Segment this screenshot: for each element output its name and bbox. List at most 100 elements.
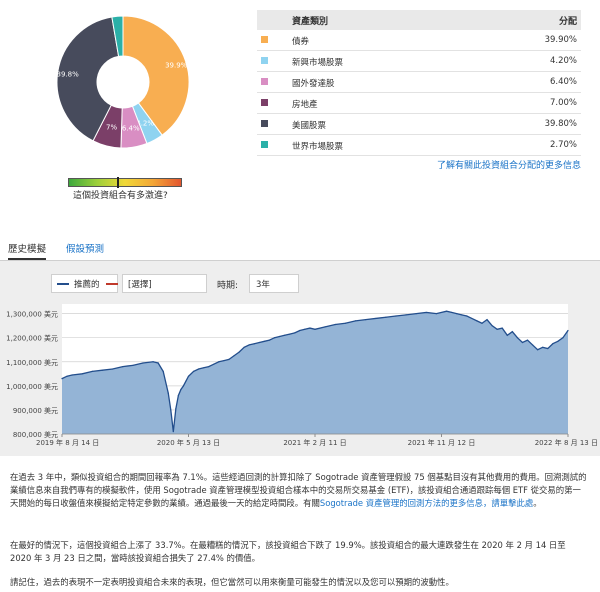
donut-slice-label: 6.4% [122, 124, 140, 132]
x-tick-label: 2019 年 8 月 14 日 [36, 438, 99, 447]
data-point [187, 375, 190, 377]
tab-bar: 歷史模擬 假設預測 [0, 238, 600, 261]
y-tick-label: 900,000 美元 [13, 406, 58, 415]
asset-class-pct: 7.00% [549, 98, 577, 108]
data-point [344, 322, 346, 324]
backtest-description: 在過去 3 年中，類似投資組合的期間回報率為 7.1%。這些經過回測的計算扣除了… [10, 471, 588, 510]
data-point [218, 361, 220, 363]
data-point [248, 344, 250, 346]
risk-question-label[interactable]: 這個投資組合有多激進? [73, 188, 168, 201]
y-tick-label: 1,300,000 美元 [6, 310, 58, 319]
data-point [496, 328, 498, 330]
tab-hypothetical-projection[interactable]: 假設預測 [66, 241, 104, 255]
data-point [511, 331, 513, 333]
data-point [289, 333, 291, 335]
y-tick-label: 1,000,000 美元 [6, 382, 58, 391]
asset-class-header: 資產類別 [292, 17, 329, 27]
data-point [435, 313, 438, 315]
allocation-row: 房地產 7.00% [257, 93, 581, 114]
data-point [152, 361, 154, 363]
color-swatch [261, 99, 268, 106]
data-point [456, 313, 458, 315]
data-point [132, 364, 134, 366]
data-point [299, 329, 301, 332]
data-point [471, 317, 473, 320]
period-select[interactable]: 3年 [249, 274, 299, 293]
data-point [66, 375, 68, 377]
data-point [228, 358, 230, 360]
data-point [273, 337, 276, 339]
data-point [552, 343, 554, 345]
asset-class-name: 國外發達股 [292, 79, 335, 89]
data-point [112, 368, 114, 370]
asset-class-name: 房地產 [292, 100, 318, 110]
data-point [521, 341, 524, 344]
data-point [526, 339, 529, 341]
asset-class-pct: 39.80% [544, 119, 577, 129]
data-point [491, 325, 493, 327]
data-point [253, 343, 255, 345]
data-point [167, 392, 169, 394]
data-point [162, 370, 164, 373]
data-point [451, 311, 453, 314]
data-point [309, 327, 311, 329]
data-point [177, 394, 179, 397]
data-point [375, 317, 377, 320]
asset-class-pct: 6.40% [549, 77, 577, 87]
data-point [101, 369, 104, 371]
data-point [142, 362, 144, 364]
data-point [395, 315, 397, 317]
data-point [506, 334, 508, 336]
data-point [198, 368, 200, 370]
donut-slice-label: 7% [106, 124, 117, 132]
color-swatch [261, 120, 268, 127]
allocation-row: 國外發達股 6.40% [257, 72, 581, 93]
data-point [461, 314, 463, 316]
x-tick-label: 2021 年 2 月 11 日 [283, 438, 346, 447]
data-point [445, 310, 448, 312]
data-point [91, 370, 93, 373]
backtest-method-link[interactable]: Sogotrade 資產管理的回測方法的更多信息，請單擊此處 [320, 498, 533, 508]
color-swatch [261, 57, 268, 64]
asset-class-pct: 4.20% [549, 56, 577, 66]
allocation-donut-chart: 39.9%4.2%6.4%7%39.8% [56, 15, 190, 149]
color-swatch [261, 36, 268, 43]
data-point [405, 314, 407, 316]
data-point [516, 337, 519, 339]
data-point [268, 339, 271, 341]
data-point [334, 323, 336, 326]
data-point [284, 334, 286, 336]
period-label: 時期: [217, 281, 239, 291]
allocation-more-info-link[interactable]: 了解有關此投資組合分配的更多信息 [437, 158, 581, 171]
allocation-row: 美國股票 39.80% [257, 114, 581, 135]
backtest-text-end: 。 [533, 498, 542, 508]
asset-class-name: 債券 [292, 37, 310, 47]
data-point [122, 365, 124, 368]
series-label: 推薦的 [74, 280, 100, 290]
data-point [324, 326, 326, 328]
x-tick-label: 2020 年 5 月 13 日 [157, 438, 220, 447]
risk-gauge-marker [117, 177, 120, 188]
data-point [314, 328, 316, 330]
performance-area-chart: 1,300,000 美元 1,200,000 美元 1,100,000 美元 1,00… [6, 304, 598, 447]
asset-class-name: 世界市場股票 [292, 142, 344, 152]
compare-select-value: [選擇] [128, 280, 152, 290]
allocation-pct-header: 分配 [558, 17, 577, 27]
allocation-row: 世界市場股票 2.70% [257, 135, 581, 156]
data-point [203, 367, 205, 369]
data-point [537, 349, 539, 351]
compare-select[interactable]: [選擇] [122, 274, 207, 293]
data-point [476, 320, 478, 322]
donut-slice-label: 39.9% [165, 62, 188, 70]
tab-historical-simulation[interactable]: 歷史模擬 [8, 241, 47, 260]
donut-slice-label: 39.8% [57, 71, 80, 79]
data-point [243, 346, 245, 348]
data-point [175, 408, 177, 410]
data-point [481, 322, 483, 324]
data-point [223, 359, 225, 362]
data-point [466, 315, 468, 317]
data-point [547, 347, 549, 350]
data-point [425, 311, 427, 314]
data-point [170, 409, 172, 411]
allocation-table: 資產類別 分配 債券 39.90% 新興市場股票 4.20% 國外發達股 6.4… [257, 10, 581, 156]
